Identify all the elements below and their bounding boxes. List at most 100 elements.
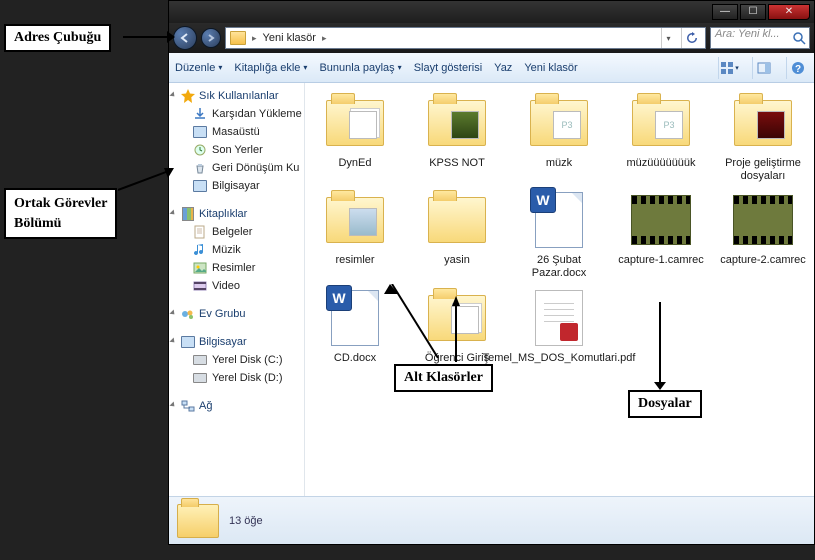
close-button[interactable]: ✕	[768, 4, 810, 20]
file-label: yasin	[444, 254, 470, 267]
folder-icon	[320, 188, 390, 252]
preview-pane-icon	[757, 61, 771, 75]
file-item[interactable]: DynEd	[311, 91, 399, 182]
status-count: 13 öğe	[229, 515, 263, 527]
sidebar-libraries-header[interactable]: Kitaplıklar	[169, 205, 304, 223]
file-label: capture-2.camrec	[720, 254, 806, 267]
annotation-tasks-panel-line1: Ortak Görevler	[14, 194, 107, 214]
file-label: Proje geliştirme dosyaları	[719, 157, 807, 182]
sidebar-item-label: Masaüstü	[212, 126, 260, 138]
toolbar-slideshow[interactable]: Slayt gösterisi	[414, 62, 482, 74]
breadcrumb-folder[interactable]: Yeni klasör	[263, 32, 316, 44]
folder-icon: P3	[524, 91, 594, 155]
sidebar-homegroup-header[interactable]: Ev Grubu	[169, 305, 304, 323]
sidebar-item-recent[interactable]: Son Yerler	[169, 141, 304, 159]
sidebar-libraries-group: Kitaplıklar Belgeler Müzik Resimler Vide…	[169, 205, 304, 295]
annotation-arrow-tasks	[118, 168, 174, 192]
toolbar-new-folder-label: Yeni klasör	[524, 62, 577, 74]
file-label: resimler	[335, 254, 374, 267]
sidebar-item-documents[interactable]: Belgeler	[169, 223, 304, 241]
toolbar-organize[interactable]: Düzenle ▾	[175, 62, 222, 74]
address-bar[interactable]: ▸ Yeni klasör ▸ ▾	[225, 27, 706, 49]
search-input[interactable]: Ara: Yeni kl...	[710, 27, 810, 49]
minimize-button[interactable]: —	[712, 4, 738, 20]
annotation-tasks-panel-line2: Bölümü	[14, 214, 107, 234]
sidebar-computer-label: Bilgisayar	[199, 336, 247, 348]
network-icon	[181, 399, 195, 413]
drive-icon	[193, 353, 207, 367]
sidebar-item-drive-c[interactable]: Yerel Disk (C:)	[169, 351, 304, 369]
sidebar-item-music[interactable]: Müzik	[169, 241, 304, 259]
sidebar-favorites-label: Sık Kullanılanlar	[199, 90, 279, 102]
toolbar-share-label: Bununla paylaş	[319, 62, 394, 74]
nav-forward-button[interactable]	[201, 28, 221, 48]
address-dropdown[interactable]: ▾	[661, 28, 675, 48]
maximize-button[interactable]: ☐	[740, 4, 766, 20]
toolbar-add-library[interactable]: Kitaplığa ekle ▾	[234, 62, 307, 74]
file-item[interactable]: yasin	[413, 188, 501, 279]
toolbar-new-folder[interactable]: Yeni klasör	[524, 62, 577, 74]
file-label: 26 Şubat Pazar.docx	[515, 254, 603, 279]
file-item[interactable]: Proje geliştirme dosyaları	[719, 91, 807, 182]
desktop-icon	[193, 125, 207, 139]
explorer-body: Sık Kullanılanlar Karşıdan Yükleme Masaü…	[169, 83, 814, 496]
file-item[interactable]: P3 müzk	[515, 91, 603, 182]
toolbar-share[interactable]: Bununla paylaş ▾	[319, 62, 401, 74]
help-button[interactable]: ?	[786, 57, 808, 79]
download-icon	[193, 107, 207, 121]
sidebar-item-computer-fav[interactable]: Bilgisayar	[169, 177, 304, 195]
sidebar-computer-header[interactable]: Bilgisayar	[169, 333, 304, 351]
annotation-arrow-files	[650, 302, 670, 390]
preview-pane-button[interactable]	[752, 57, 774, 79]
sidebar-favorites-header[interactable]: Sık Kullanılanlar	[169, 87, 304, 105]
sidebar-item-label: Son Yerler	[212, 144, 263, 156]
sidebar-item-videos[interactable]: Video	[169, 277, 304, 295]
toolbar-print-label: Yaz	[494, 62, 512, 74]
folder-icon	[728, 91, 798, 155]
svg-text:?: ?	[794, 64, 800, 75]
file-label: müzk	[546, 157, 572, 170]
search-icon	[792, 31, 806, 45]
toolbar-print[interactable]: Yaz	[494, 62, 512, 74]
sidebar-item-label: Müzik	[212, 244, 241, 256]
sidebar-item-recycle[interactable]: Geri Dönüşüm Ku	[169, 159, 304, 177]
breadcrumb-chevron-2[interactable]: ▸	[322, 33, 327, 44]
file-label: capture-1.camrec	[618, 254, 704, 267]
annotation-arrow-subfolders-2	[452, 296, 492, 366]
refresh-icon	[686, 32, 698, 44]
nav-back-button[interactable]	[173, 26, 197, 50]
word-icon	[524, 188, 594, 252]
refresh-button[interactable]	[681, 28, 701, 48]
sidebar-item-pictures[interactable]: Resimler	[169, 259, 304, 277]
view-options-button[interactable]: ▾	[718, 57, 740, 79]
search-placeholder: Ara: Yeni kl...	[715, 28, 780, 40]
sidebar-favorites-group: Sık Kullanılanlar Karşıdan Yükleme Masaü…	[169, 87, 304, 195]
file-item[interactable]: Temel_MS_DOS_Komutlari.pdf	[515, 286, 603, 365]
toolbar-organize-label: Düzenle	[175, 62, 215, 74]
breadcrumb-chevron[interactable]: ▸	[252, 33, 257, 44]
annotation-address-bar: Adres Çubuğu	[4, 24, 111, 52]
recent-icon	[193, 143, 207, 157]
sidebar-item-desktop[interactable]: Masaüstü	[169, 123, 304, 141]
chevron-down-icon: ▾	[398, 63, 402, 72]
sidebar-item-label: Bilgisayar	[212, 180, 260, 192]
status-bar: 13 öğe	[169, 496, 814, 544]
sidebar-homegroup-group: Ev Grubu	[169, 305, 304, 323]
file-item[interactable]: P3müzüüüüüüük	[617, 91, 705, 182]
file-item[interactable]: 26 Şubat Pazar.docx	[515, 188, 603, 279]
file-label: DynEd	[338, 157, 371, 170]
libraries-icon	[181, 207, 195, 221]
annotation-address-bar-text: Adres Çubuğu	[14, 30, 101, 45]
sidebar-item-downloads[interactable]: Karşıdan Yükleme	[169, 105, 304, 123]
sidebar-network-header[interactable]: Ağ	[169, 397, 304, 415]
annotation-subfolders-text: Alt Klasörler	[404, 370, 483, 385]
sidebar-item-drive-d[interactable]: Yerel Disk (D:)	[169, 369, 304, 387]
folder-icon: P3	[626, 91, 696, 155]
folder-icon	[422, 91, 492, 155]
file-item[interactable]: capture-2.camrec	[719, 188, 807, 279]
file-item[interactable]: KPSS NOT	[413, 91, 501, 182]
sidebar-libraries-label: Kitaplıklar	[199, 208, 247, 220]
file-item[interactable]: capture-1.camrec	[617, 188, 705, 279]
video-icon	[626, 188, 696, 252]
file-item[interactable]: resimler	[311, 188, 399, 279]
